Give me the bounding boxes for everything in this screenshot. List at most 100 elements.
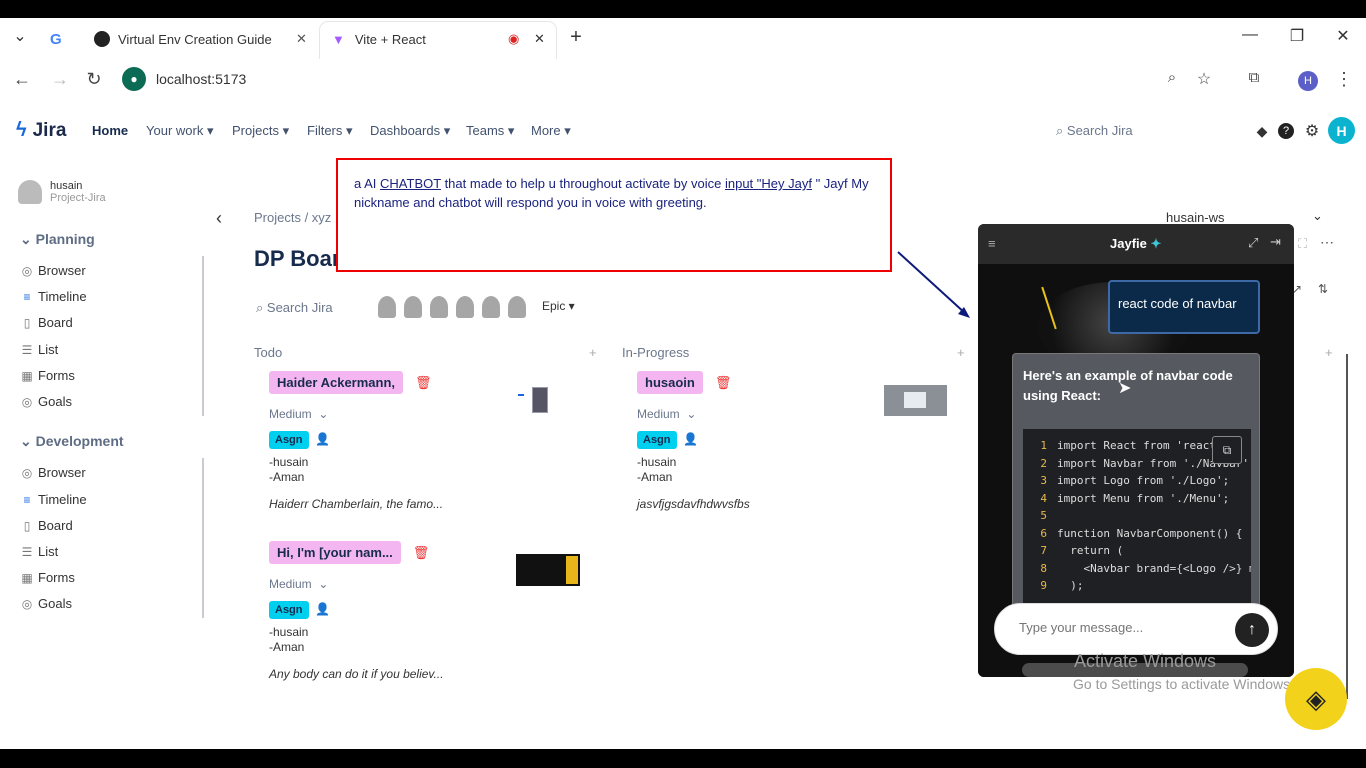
close-tab-icon[interactable]: ✕ — [296, 31, 307, 47]
code-line: 6 function NavbarComponent() { — [1027, 525, 1251, 543]
card-title[interactable]: Hi, I'm [your nam... — [269, 541, 401, 564]
voice-assistant-button[interactable]: ◈ — [1285, 668, 1347, 730]
close-tab-icon[interactable]: ✕ — [534, 31, 545, 47]
sidebar-item-browser[interactable]: ◎ Browser — [20, 263, 86, 278]
add-user-icon[interactable]: 👤 — [315, 432, 330, 446]
avatar[interactable] — [482, 296, 500, 318]
jira-search[interactable]: ⌕ Search Jira — [1056, 123, 1133, 139]
fullscreen-icon[interactable]: ⛶ — [1298, 236, 1307, 252]
kebab-menu-icon[interactable]: ⋮ — [1332, 69, 1356, 90]
restore-icon[interactable]: ❐ — [1285, 26, 1309, 46]
collapse-sidebar-icon[interactable]: ‹ — [216, 208, 222, 229]
send-button[interactable]: ↑ — [1235, 613, 1269, 647]
url-text[interactable]: localhost:5173 — [156, 71, 246, 87]
chatbot-title: Jayfie ✦ — [1110, 236, 1162, 251]
menu-your-work[interactable]: Your work ▾ — [146, 123, 213, 139]
sidebar-user[interactable]: husain Project-Jira — [18, 180, 106, 204]
menu-icon[interactable]: ≡ — [988, 236, 996, 251]
search-icon: ⌕ — [1056, 123, 1064, 138]
menu-more[interactable]: More ▾ — [531, 123, 571, 139]
add-card-icon[interactable]: + — [1325, 345, 1333, 360]
exit-icon[interactable]: ⇥ — [1270, 234, 1281, 250]
card-title[interactable]: Haider Ackermann, — [269, 371, 404, 394]
trash-icon[interactable]: 🗑 — [715, 375, 732, 390]
sidebar-item-goals[interactable]: ◎ Goals — [20, 596, 72, 611]
add-card-icon[interactable]: + — [957, 345, 965, 360]
bot-reply-bubble: Here's an example of navbar code using R… — [1012, 353, 1260, 633]
help-icon[interactable]: ? — [1278, 123, 1294, 139]
chevron-down-icon[interactable]: ⌄ — [1312, 208, 1323, 224]
sidebar-item-list[interactable]: ☰ List — [20, 544, 59, 559]
sidebar-item-board[interactable]: ▯ Board — [20, 518, 73, 533]
avatar[interactable] — [456, 296, 474, 318]
forward-icon[interactable]: → — [48, 69, 72, 90]
tab-google[interactable]: G — [50, 24, 62, 54]
new-tab-icon[interactable]: + — [564, 26, 588, 49]
tab-vite-react[interactable]: ▼ Vite + React ◉ ✕ — [332, 24, 554, 54]
sidebar-item-timeline[interactable]: ≡ Timeline — [20, 492, 86, 507]
recording-icon: ◉ — [508, 31, 520, 46]
card-description: jasvfjgsdavfhdwvsfbs — [637, 497, 750, 511]
section-development[interactable]: ⌄ Development — [20, 433, 124, 450]
priority-select[interactable]: Medium ⌄ — [269, 407, 328, 421]
menu-dashboards[interactable]: Dashboards ▾ — [370, 123, 450, 139]
tab-search-chevron-icon[interactable]: ⌄ — [8, 26, 32, 46]
activate-windows-title: Activate Windows — [1074, 651, 1217, 671]
menu-projects[interactable]: Projects ▾ — [232, 123, 289, 139]
workspace-select[interactable]: husain-ws — [1166, 210, 1225, 225]
priority-select[interactable]: Medium ⌄ — [269, 577, 328, 591]
expand-icon[interactable]: ⤢ — [1248, 235, 1258, 251]
settings-gear-icon[interactable]: ⚙ — [1303, 121, 1321, 141]
assign-badge[interactable]: Asgn — [269, 431, 309, 449]
sidebar-item-goals[interactable]: ◎ Goals — [20, 394, 72, 409]
card-title[interactable]: husaoin — [637, 371, 703, 394]
globe-icon: ◎ — [21, 465, 33, 480]
sidebar-item-browser[interactable]: ◎ Browser — [20, 465, 86, 480]
notifications-icon[interactable]: ◆ — [1253, 123, 1271, 140]
breadcrumb[interactable]: Projects / xyz — [254, 210, 331, 225]
copy-code-button[interactable]: ⧉ — [1212, 436, 1242, 464]
back-icon[interactable]: ← — [10, 69, 34, 90]
user-avatar[interactable]: H — [1328, 117, 1355, 144]
assign-badge[interactable]: Asgn — [269, 601, 309, 619]
menu-home[interactable]: Home — [92, 123, 128, 138]
priority-select[interactable]: Medium ⌄ — [637, 407, 696, 421]
epic-filter[interactable]: Epic ▾ — [542, 299, 575, 313]
jira-logo[interactable]: ϟ Jira — [16, 119, 66, 142]
menu-teams[interactable]: Teams ▾ — [466, 123, 514, 139]
microphone-icon[interactable]: ● — [122, 67, 146, 91]
menu-filters[interactable]: Filters ▾ — [307, 123, 353, 139]
omnibox[interactable]: ● localhost:5173 — [122, 67, 246, 91]
minimize-icon[interactable]: — — [1238, 26, 1262, 44]
trash-icon[interactable]: 🗑 — [413, 545, 430, 560]
tab-virtual-env[interactable]: Virtual Env Creation Guide ✕ — [94, 24, 316, 54]
sidebar-item-list[interactable]: ☰ List — [20, 342, 59, 357]
avatar[interactable] — [378, 296, 396, 318]
add-user-icon[interactable]: 👤 — [683, 432, 698, 446]
sort-icon[interactable]: ⇅ — [1318, 282, 1328, 296]
share-icon[interactable]: ↗ — [1292, 282, 1302, 296]
extensions-icon[interactable]: ⧉ — [1242, 69, 1266, 86]
line-number: 2 — [1040, 456, 1047, 470]
assign-badge[interactable]: Asgn — [637, 431, 677, 449]
sidebar-item-forms[interactable]: ▦ Forms — [20, 570, 75, 585]
zoom-icon[interactable]: ⌕ — [1160, 69, 1184, 86]
profile-avatar[interactable]: H — [1298, 71, 1318, 91]
reload-icon[interactable]: ↻ — [82, 69, 106, 90]
avatar[interactable] — [508, 296, 526, 318]
message-input[interactable] — [1019, 620, 1219, 635]
bookmark-star-icon[interactable]: ☆ — [1192, 69, 1216, 89]
sidebar-item-forms[interactable]: ▦ Forms — [20, 368, 75, 383]
close-window-icon[interactable]: ✕ — [1331, 26, 1355, 46]
board-search[interactable]: ⌕ Search Jira — [256, 300, 333, 316]
add-card-icon[interactable]: + — [589, 345, 597, 360]
sidebar-item-board[interactable]: ▯ Board — [20, 315, 73, 330]
avatar[interactable] — [430, 296, 448, 318]
trash-icon[interactable]: 🗑 — [415, 375, 432, 390]
timeline-icon: ≡ — [23, 492, 31, 507]
add-user-icon[interactable]: 👤 — [315, 602, 330, 616]
avatar[interactable] — [404, 296, 422, 318]
sidebar-item-timeline[interactable]: ≡ Timeline — [20, 289, 86, 304]
section-planning[interactable]: ⌄ Planning — [20, 231, 95, 248]
more-options-icon[interactable]: ⋯ — [1320, 234, 1334, 251]
